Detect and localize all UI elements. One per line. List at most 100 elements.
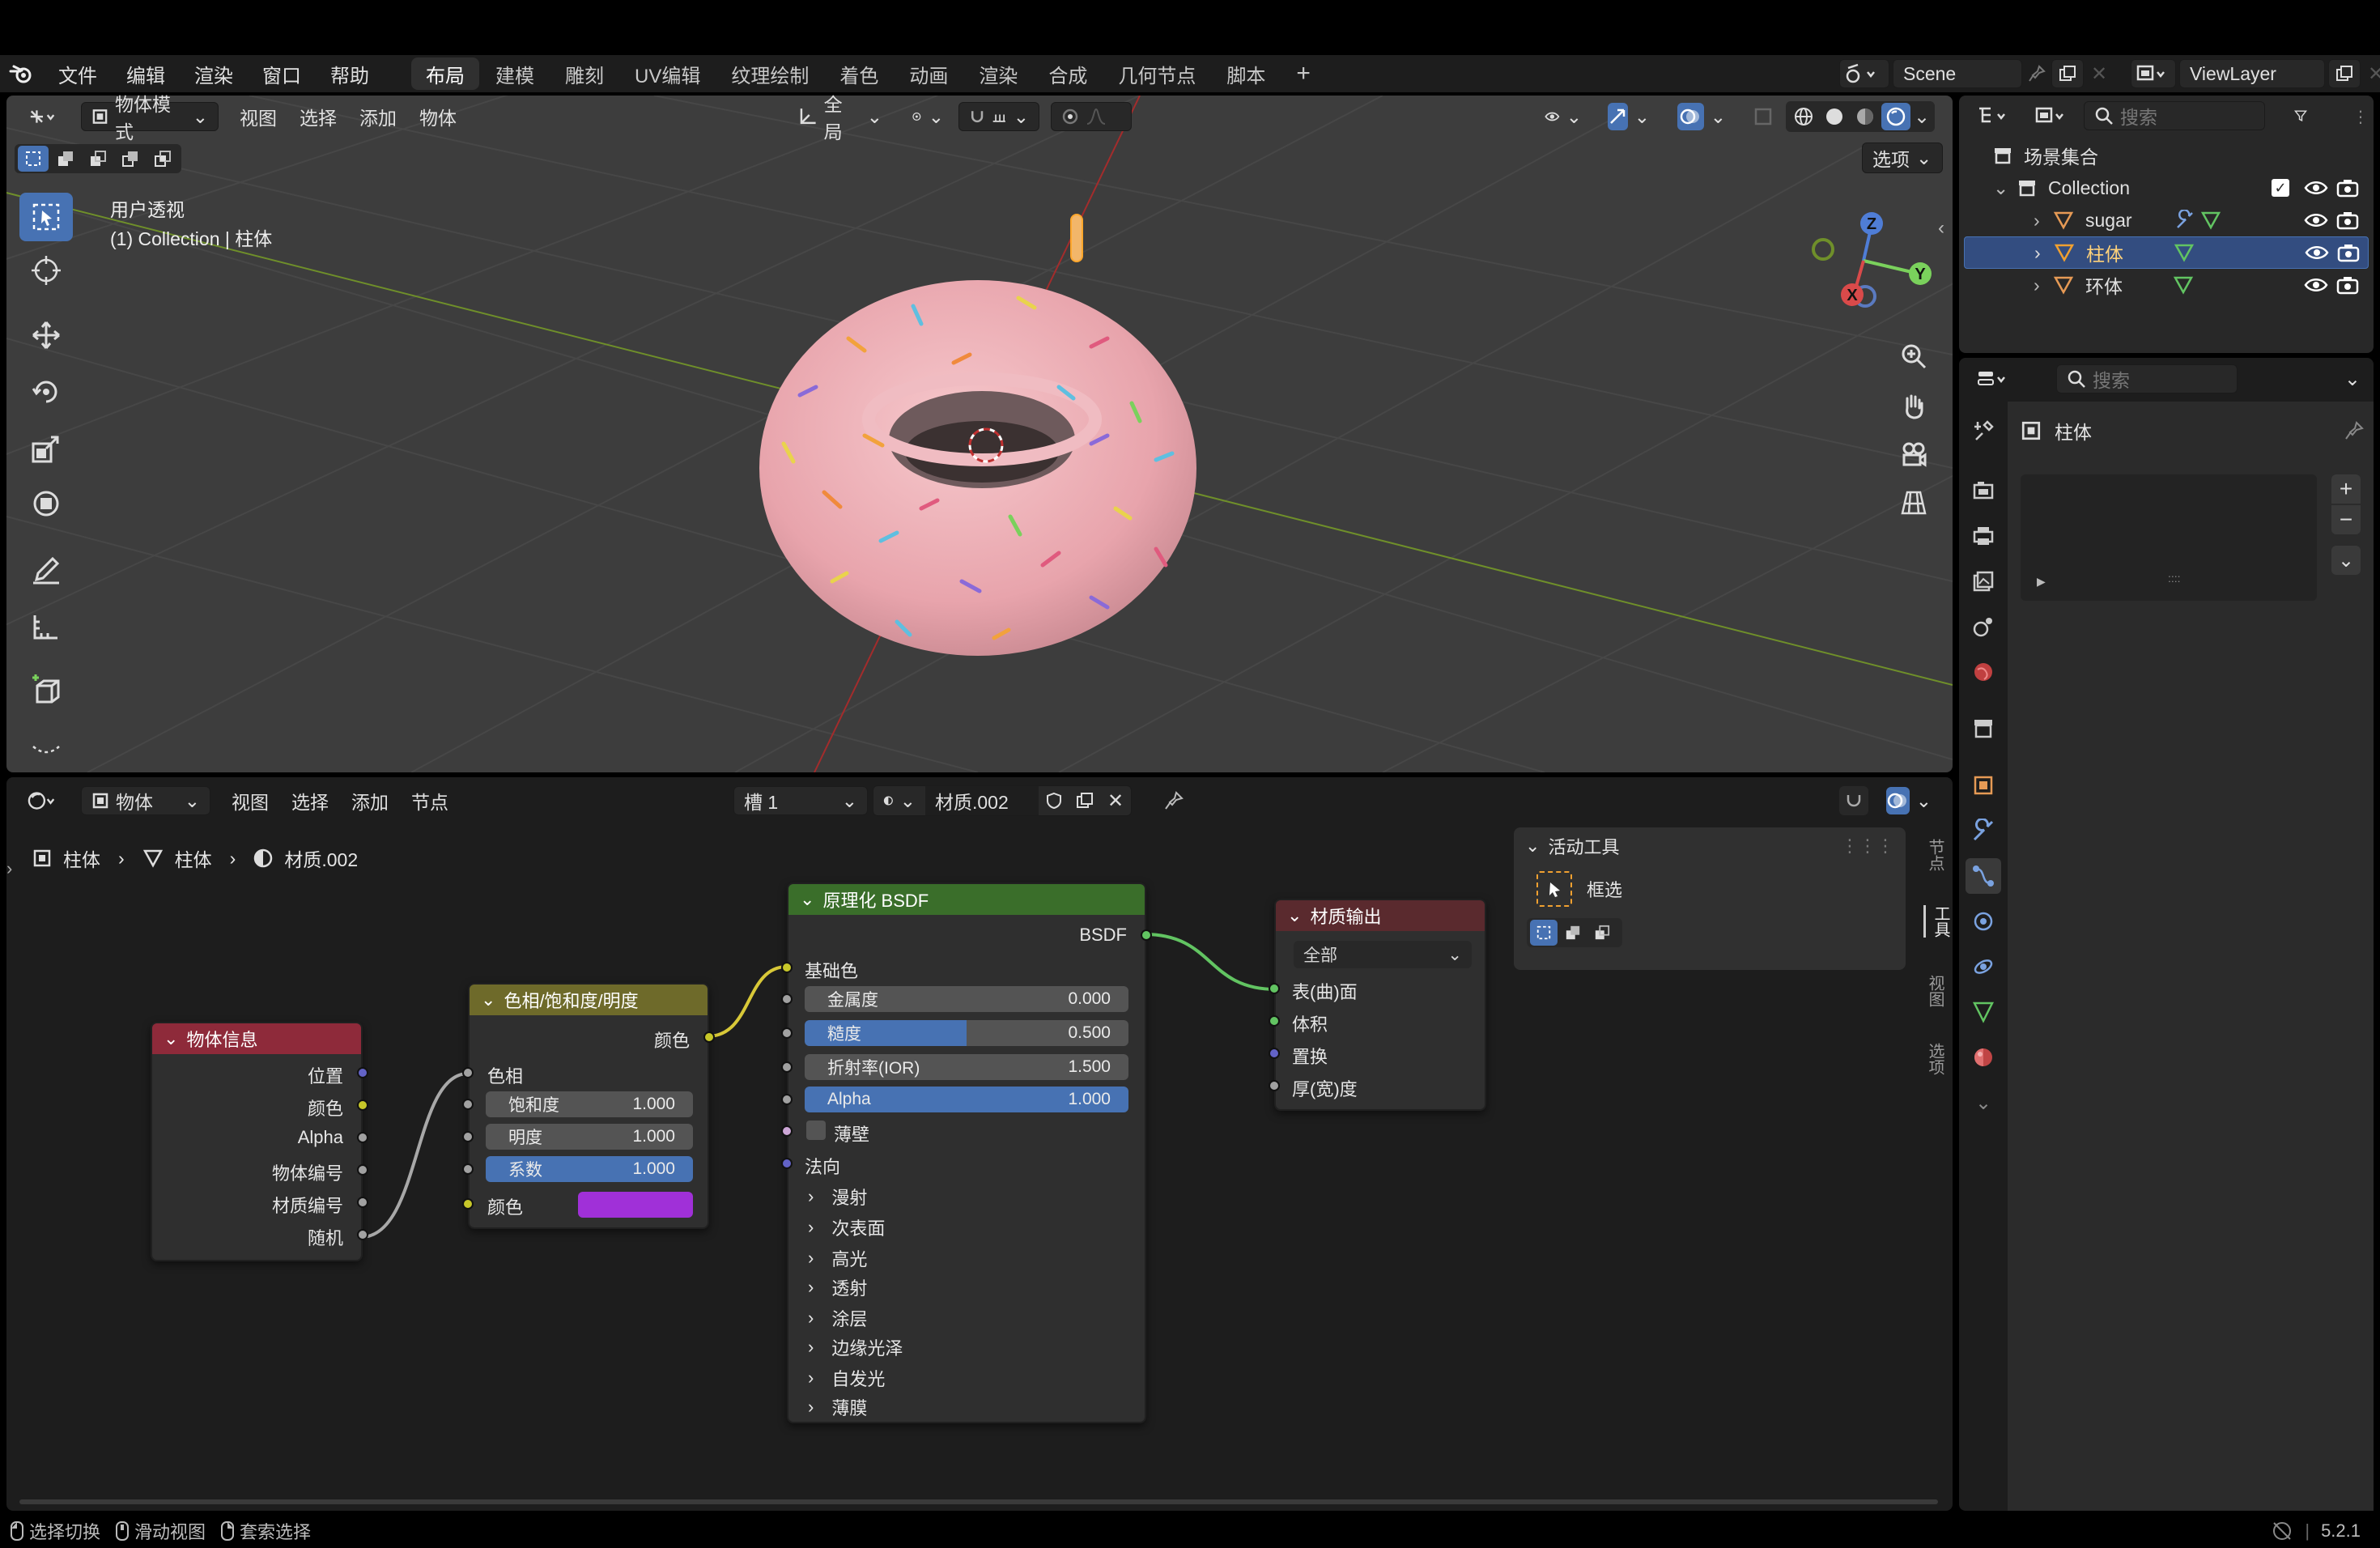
factor-field[interactable]: 系数 1.000 <box>486 1156 693 1182</box>
scene-tab[interactable] <box>1966 609 2001 644</box>
horizontal-scrollbar[interactable] <box>19 1499 1938 1504</box>
expand-chevron-icon[interactable]: › <box>1965 242 2047 264</box>
socket-random[interactable] <box>357 1229 368 1240</box>
saturation-field[interactable]: 饱和度 1.000 <box>486 1091 693 1117</box>
camera-icon[interactable] <box>2336 211 2359 230</box>
panel-sheen[interactable]: › 边缘光泽 <box>808 1334 903 1360</box>
panel-emission[interactable]: › 自发光 <box>808 1365 885 1391</box>
socket-displacement[interactable] <box>1269 1048 1280 1059</box>
collapse-chevron-icon[interactable]: ⌄ <box>164 1028 178 1049</box>
outliner-object-torus[interactable]: › 环体 <box>2019 269 2365 301</box>
tab-tool[interactable]: 工具 <box>1923 905 1953 938</box>
checkbox-icon[interactable]: ✓ <box>2272 179 2289 197</box>
display-mode-dropdown[interactable] <box>2025 101 2077 130</box>
panel-coat[interactable]: › 涂层 <box>808 1305 867 1331</box>
socket-alpha[interactable] <box>357 1132 368 1143</box>
node-header[interactable]: ⌄ 物体信息 <box>152 1023 361 1054</box>
properties-search-input[interactable]: 搜索 <box>2056 364 2238 393</box>
alpha-field[interactable]: Alpha 1.000 <box>805 1087 1128 1112</box>
object-tab[interactable] <box>1966 768 2001 803</box>
more-tabs-chevron[interactable]: ⌄ <box>1966 1085 2001 1121</box>
object-info-node[interactable]: ⌄ 物体信息 位置 颜色 Alpha 物体编号 材质编号 随机 <box>151 1022 368 1261</box>
socket-alpha[interactable] <box>781 1094 793 1105</box>
collapse-chevron-icon[interactable]: ⌄ <box>800 889 814 910</box>
collapse-chevron-icon[interactable]: ⌄ <box>1287 905 1302 926</box>
select-subtract-icon[interactable] <box>1588 920 1616 946</box>
socket-surface[interactable] <box>1269 983 1280 994</box>
node-header[interactable]: ⌄ 原理化 BSDF <box>788 884 1145 915</box>
select-extend-icon[interactable] <box>1559 920 1587 946</box>
filter-dropdown[interactable] <box>2284 101 2317 130</box>
expand-triangle-icon[interactable]: ▶ <box>2037 575 2046 589</box>
resize-grip-icon[interactable]: :::: <box>2168 572 2181 585</box>
value-field[interactable]: 明度 1.000 <box>486 1124 693 1150</box>
active-tool-header[interactable]: ⌄ 活动工具 ⋮⋮⋮ <box>1514 827 1906 865</box>
panel-transmission[interactable]: › 透射 <box>808 1274 867 1300</box>
eye-icon[interactable] <box>2304 211 2328 229</box>
node-header[interactable]: ⌄ 材质输出 <box>1276 900 1485 931</box>
socket-color[interactable] <box>357 1099 368 1111</box>
socket-metallic[interactable] <box>781 993 793 1005</box>
panel-subsurface[interactable]: › 次表面 <box>808 1214 885 1240</box>
principled-bsdf-node[interactable]: ⌄ 原理化 BSDF BSDF 基础色 金属度 0.000 糙度 0.500 折射率(… <box>781 882 1152 1423</box>
outliner-object-cylinder[interactable]: › 柱体 <box>1964 236 2369 269</box>
pin-icon[interactable] <box>2344 421 2364 440</box>
output-target-dropdown[interactable]: 全部 ⌄ <box>1294 941 1472 968</box>
drag-handle-icon[interactable]: ⋮⋮⋮ <box>1841 836 1894 857</box>
socket-normal[interactable] <box>781 1158 793 1169</box>
socket-object-index[interactable] <box>357 1164 368 1176</box>
socket-hue[interactable] <box>462 1067 474 1078</box>
add-item-button[interactable]: + <box>2331 474 2361 504</box>
collapse-chevron-icon[interactable]: ⌄ <box>481 989 495 1010</box>
metallic-field[interactable]: 金属度 0.000 <box>805 986 1128 1012</box>
collection-tab[interactable] <box>1966 711 2001 746</box>
collapse-chevron-icon[interactable]: ⌄ <box>1525 836 1540 857</box>
socket-bsdf-out[interactable] <box>1141 929 1152 941</box>
ior-field[interactable]: 折射率(IOR) 1.500 <box>805 1054 1128 1080</box>
world-tab[interactable] <box>1966 654 2001 690</box>
particles-tab[interactable] <box>1966 904 2001 939</box>
hue-saturation-value-node[interactable]: ⌄ 色相/饱和度/明度 颜色 色相 饱和度 1.000 明度 1.000 系数 1.00… <box>462 983 715 1229</box>
remove-item-button[interactable]: − <box>2331 505 2361 534</box>
geometry-nodes-tab[interactable] <box>1966 858 2001 894</box>
socket-thin-wall[interactable] <box>781 1125 793 1137</box>
scene-collection-row[interactable]: 场景集合 <box>1993 139 2098 172</box>
camera-icon[interactable] <box>2336 275 2359 295</box>
outliner-search-input[interactable]: 搜索 <box>2084 101 2265 130</box>
select-new-icon[interactable] <box>1530 920 1558 946</box>
panel-thin-film[interactable]: › 薄膜 <box>808 1394 867 1420</box>
tab-options[interactable]: 选项 <box>1923 1043 1947 1075</box>
socket-thickness[interactable] <box>1269 1080 1280 1091</box>
eye-icon[interactable] <box>2304 179 2328 197</box>
socket-color-in[interactable] <box>462 1198 474 1210</box>
panel-specular[interactable]: › 高光 <box>808 1245 867 1271</box>
tab-node[interactable]: 节点 <box>1923 839 1947 871</box>
active-tool-row[interactable]: 框选 <box>1536 871 1906 907</box>
physics-tab[interactable] <box>1966 949 2001 985</box>
material-output-node[interactable]: ⌄ 材质输出 全部 ⌄ 表(曲)面 体积 置换 厚(宽)度 <box>1269 899 1486 1111</box>
outliner-editor-type-button[interactable] <box>1967 101 2019 130</box>
socket-color-out[interactable] <box>703 1031 715 1043</box>
camera-icon[interactable] <box>2337 243 2360 262</box>
outliner-object-sugar[interactable]: › sugar <box>2019 204 2365 236</box>
socket-saturation[interactable] <box>462 1099 474 1110</box>
socket-location[interactable] <box>357 1067 368 1078</box>
modifier-tab[interactable] <box>1966 813 2001 848</box>
panel-diffuse[interactable]: › 漫射 <box>808 1184 867 1210</box>
socket-value[interactable] <box>462 1131 474 1142</box>
socket-material-index[interactable] <box>357 1197 368 1208</box>
tool-settings-tab[interactable] <box>1966 413 2001 449</box>
modifier-list-box[interactable]: ▶ :::: <box>2021 474 2317 601</box>
chevron-down-icon[interactable]: ⌄ <box>2344 368 2361 391</box>
eye-icon[interactable] <box>2304 276 2328 294</box>
output-tab[interactable] <box>1966 518 2001 554</box>
object-data-tab[interactable] <box>1966 994 2001 1030</box>
color-swatch[interactable] <box>578 1192 693 1218</box>
eye-icon[interactable] <box>2305 244 2329 262</box>
socket-base-color[interactable] <box>781 962 793 973</box>
collection-row[interactable]: ⌄ Collection ✓ <box>1993 172 2365 204</box>
socket-roughness[interactable] <box>781 1027 793 1039</box>
properties-editor-type-button[interactable] <box>1967 364 2019 393</box>
expand-chevron-icon[interactable]: › <box>2019 274 2046 296</box>
outliner-resize-handle[interactable]: ⋮ <box>2352 107 2369 127</box>
